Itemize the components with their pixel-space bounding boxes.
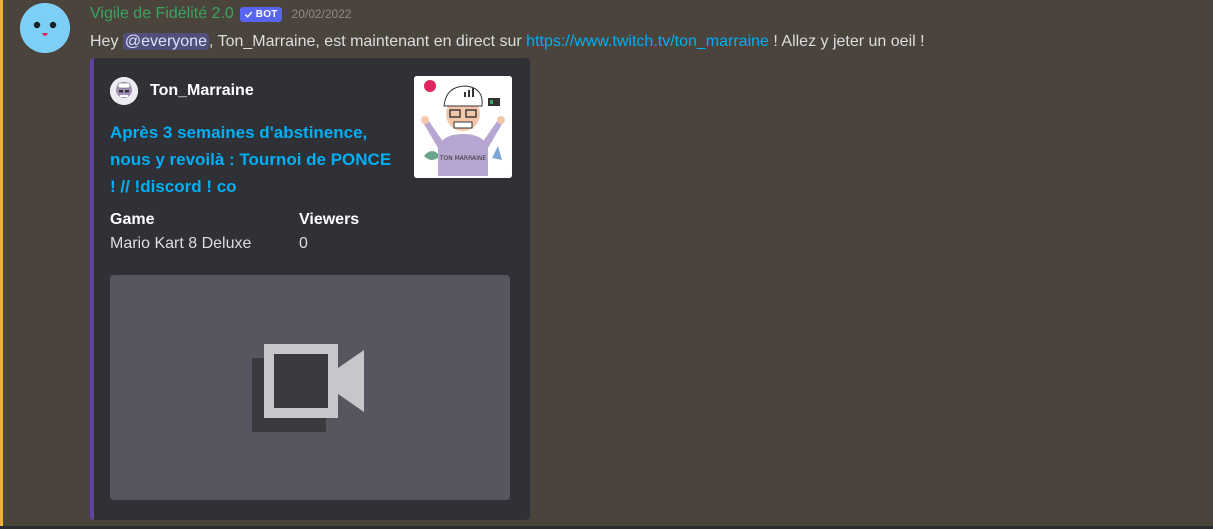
embed-author: Ton_Marraine <box>110 77 254 105</box>
message-prefix: Hey <box>90 33 123 50</box>
bot-avatar[interactable] <box>20 3 70 53</box>
message-content: Hey @everyone, Ton_Marraine, est mainten… <box>90 30 925 54</box>
message-suffix: ! Allez y jeter un oeil ! <box>768 33 925 50</box>
stream-embed: Ton_Marraine Après 3 semaines d'abstinen… <box>90 58 530 520</box>
embed-field-viewers: Viewers 0 <box>299 209 359 257</box>
author-username[interactable]: Vigile de Fidélité 2.0 <box>90 5 234 23</box>
embed-title-link[interactable]: Après 3 semaines d'abstinence, nous y re… <box>110 119 400 200</box>
field-name-game: Game <box>110 211 155 228</box>
embed-author-avatar <box>110 77 138 105</box>
embed-author-name[interactable]: Ton_Marraine <box>150 82 254 100</box>
mention-highlight-bar <box>0 0 3 529</box>
message-middle: , Ton_Marraine, est maintenant en direct… <box>208 33 527 50</box>
streamer-thumbnail-image: TON MARRAINE <box>414 76 512 178</box>
smiley-face-icon <box>20 3 70 53</box>
embed-field-game: Game Mario Kart 8 Deluxe <box>110 209 251 257</box>
field-name-viewers: Viewers <box>299 211 360 228</box>
twitch-link[interactable]: https://www.twitch.tv/ton_marraine <box>526 33 769 50</box>
everyone-mention[interactable]: @everyone <box>122 33 209 50</box>
video-placeholder[interactable] <box>110 275 510 500</box>
bot-badge: BOT <box>239 6 282 22</box>
field-value-viewers: 0 <box>299 235 308 252</box>
bot-badge-label: BOT <box>255 8 278 20</box>
chat-message: Vigile de Fidélité 2.0 BOT 20/02/2022 He… <box>0 0 1213 529</box>
video-camera-icon <box>252 343 364 432</box>
message-header: Vigile de Fidélité 2.0 BOT 20/02/2022 <box>90 4 352 24</box>
message-timestamp[interactable]: 20/02/2022 <box>292 7 352 21</box>
field-value-game: Mario Kart 8 Deluxe <box>110 235 252 252</box>
checkmark-icon <box>244 11 253 18</box>
embed-thumbnail[interactable]: TON MARRAINE <box>414 76 512 178</box>
streamer-avatar-icon <box>110 77 138 105</box>
thumbnail-hoodie-text: TON MARRAINE <box>439 155 487 162</box>
